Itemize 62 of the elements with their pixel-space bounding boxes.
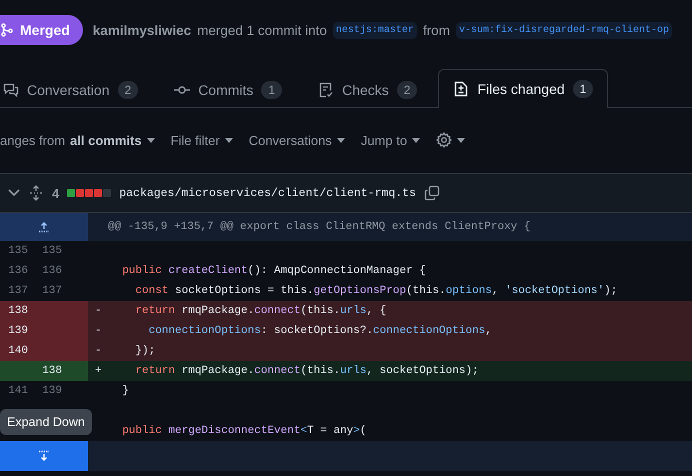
line-number: 136 (41, 264, 63, 279)
caret-icon (457, 138, 466, 142)
tab[interactable]: Commits 1 (159, 70, 298, 108)
count-badge: 1 (572, 80, 594, 98)
expand-up-icon (38, 221, 50, 233)
diff-sign: + (94, 364, 103, 379)
author-link[interactable]: kamilmysliwiec (92, 22, 192, 38)
line-number: 138 (36, 361, 88, 381)
count-badge: 2 (118, 80, 138, 98)
diff-sign: - (94, 324, 103, 339)
file-diff-icon (453, 81, 470, 97)
from-text: from (422, 22, 450, 38)
line-number: 139 (0, 321, 36, 341)
expand-icon[interactable] (28, 185, 44, 201)
expand-down-icon (38, 450, 50, 462)
speech-bubbles-icon (3, 82, 19, 98)
count-badge: 2 (396, 80, 418, 98)
code-line: return rmqPackage.connect(this.urls, socketOptions); (134, 364, 480, 379)
line-number: 135 (7, 244, 29, 259)
code-line: const socketOptions = this.getOptionsProp(this.options, 'socketOptions'); (134, 284, 618, 299)
line-number: 135 (41, 244, 63, 259)
dropdown-menu[interactable]: Jump to (360, 132, 420, 148)
line-number: 138 (0, 301, 36, 321)
merge-description: merged 1 commit into (197, 22, 327, 38)
code-line: public mergeDisconnectEvent<T = any>( (121, 424, 368, 439)
line-number: 140 (0, 341, 36, 361)
head-branch-label[interactable]: v-sum:fix-disregarded-rmq-client-op (456, 22, 672, 38)
line-number: 139 (41, 384, 63, 399)
line-number: 141 (7, 384, 29, 399)
merged-status-badge: Merged (0, 15, 83, 45)
checklist-icon (318, 82, 334, 98)
code-line: } (121, 384, 130, 399)
settings-menu[interactable] (436, 132, 466, 148)
tab[interactable]: Checks 2 (303, 70, 432, 108)
code-line: return rmqPackage.connect(this.urls, { (134, 304, 388, 319)
line-number: 136 (7, 264, 29, 279)
tab[interactable]: Conversation 2 (0, 70, 154, 108)
caret-icon (146, 138, 155, 142)
base-branch-label[interactable]: nestjs:master (332, 22, 417, 38)
caret-icon (224, 138, 233, 142)
dropdown-menu[interactable]: anges from all commits (0, 132, 155, 148)
line-number: 137 (41, 284, 63, 299)
count-badge: 1 (261, 80, 282, 98)
tooltip: Expand Down (0, 409, 92, 435)
tab[interactable]: Files changed 1 (438, 69, 608, 108)
change-count: 4 (52, 186, 60, 200)
merge-icon (0, 23, 14, 37)
hunk-header: @@ -135,9 +135,7 @@ export class ClientRMQ extends ClientProxy { (107, 221, 530, 233)
diff-sign: - (94, 344, 103, 359)
code-line: connectionOptions: socketOptions?.connectionOptions, (148, 324, 493, 339)
diff-sign: - (94, 304, 103, 319)
code-line: public createClient(): AmqpConnectionManager { (121, 264, 427, 279)
dropdown-menu[interactable]: Conversations (248, 132, 345, 148)
file-path: packages/microservices/client/client-rmq.ts (119, 186, 416, 200)
line-number: 137 (7, 284, 29, 299)
caret-icon (336, 138, 345, 142)
code-line: }); (134, 344, 156, 359)
copy-icon[interactable] (424, 185, 440, 201)
settings-icon (436, 132, 452, 148)
dropdown-menu[interactable]: File filter (170, 132, 233, 148)
chevron-down-icon[interactable] (8, 189, 20, 197)
caret-icon (412, 138, 420, 142)
